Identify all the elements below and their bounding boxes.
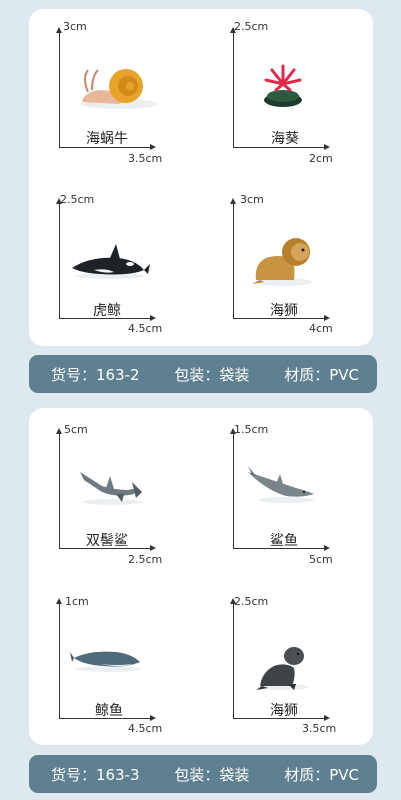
product-info-bar-1: 货号：163-2 包装：袋装 材质：PVC: [29, 355, 377, 393]
height-label: 2.5cm: [234, 20, 269, 33]
height-axis: [233, 603, 234, 718]
height-label: 3cm: [240, 193, 264, 206]
height-axis: [233, 433, 234, 548]
height-axis: [59, 603, 60, 718]
orca-icon: [72, 244, 150, 279]
width-label: 2cm: [309, 152, 333, 165]
height-axis: [59, 433, 60, 548]
arrow-right-icon: [324, 315, 330, 321]
product-card-set-1: [29, 9, 373, 346]
height-label: 5cm: [64, 423, 88, 436]
width-label: 2.5cm: [128, 553, 163, 566]
sku-label: 货号：163-3: [51, 765, 140, 784]
arrow-right-icon: [150, 315, 156, 321]
arrow-up-icon: [56, 598, 62, 604]
height-label: 3cm: [63, 20, 87, 33]
width-label: 4cm: [309, 322, 333, 335]
arrow-up-icon: [56, 27, 62, 33]
figure-name: 海蜗牛: [86, 131, 128, 147]
arrow-right-icon: [324, 144, 330, 150]
material-label: 材质：PVC: [284, 365, 359, 384]
figure-name: 虎鲸: [93, 303, 121, 319]
product-info-bar-2: 货号：163-3 包装：袋装 材质：PVC: [29, 755, 377, 793]
packaging-label: 包装：袋装: [174, 365, 250, 384]
product-card-set-2: [29, 408, 373, 745]
height-label: 2.5cm: [60, 193, 95, 206]
figure-name: 鲨鱼: [270, 533, 298, 549]
sea-anemone-icon: [264, 64, 302, 107]
arrow-right-icon: [150, 545, 156, 551]
shark-icon: [248, 466, 314, 503]
sea-snail-icon: [81, 69, 157, 109]
height-label: 2.5cm: [234, 595, 269, 608]
sea-lion-icon: [256, 647, 308, 690]
figure-name: 双髻鲨: [86, 533, 128, 549]
figure-name: 鲸鱼: [95, 703, 123, 719]
width-label: 4.5cm: [128, 722, 163, 735]
sku-label: 货号：163-2: [51, 365, 140, 384]
sea-lion-icon: [252, 238, 312, 286]
arrow-right-icon: [324, 545, 330, 551]
figure-name: 海狮: [270, 703, 298, 719]
figure-name: 海葵: [271, 131, 299, 147]
arrow-right-icon: [150, 144, 156, 150]
arrow-right-icon: [324, 715, 330, 721]
width-label: 5cm: [309, 553, 333, 566]
height-axis: [59, 32, 60, 147]
hammerhead-shark-icon: [80, 472, 142, 505]
height-label: 1.5cm: [234, 423, 269, 436]
material-label: 材质：PVC: [284, 765, 359, 784]
whale-icon: [70, 651, 140, 672]
height-axis: [233, 32, 234, 147]
width-label: 4.5cm: [128, 322, 163, 335]
figure-name: 海狮: [270, 303, 298, 319]
width-label: 3.5cm: [128, 152, 163, 165]
height-axis: [59, 203, 60, 318]
arrow-right-icon: [150, 715, 156, 721]
packaging-label: 包装：袋装: [174, 765, 250, 784]
arrow-up-icon: [56, 428, 62, 434]
arrow-up-icon: [230, 198, 236, 204]
height-axis: [233, 203, 234, 318]
height-label: 1cm: [65, 595, 89, 608]
width-label: 3.5cm: [302, 722, 337, 735]
